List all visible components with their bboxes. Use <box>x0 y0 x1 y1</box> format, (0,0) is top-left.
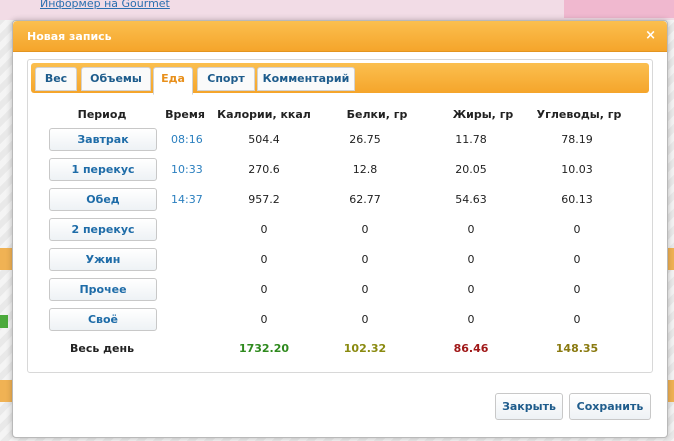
carbs-cell: 0 <box>573 223 581 236</box>
time-link[interactable]: 10:33 <box>171 163 203 176</box>
tab-comment[interactable]: Комментарий <box>257 67 355 91</box>
carbs-cell: 10.03 <box>561 163 593 176</box>
period-button-snack-1[interactable]: 1 перекус <box>49 158 157 181</box>
close-icon[interactable]: × <box>645 28 656 43</box>
fat-cell: 0 <box>467 313 475 326</box>
tab-sport[interactable]: Спорт <box>197 67 255 91</box>
time-link[interactable]: 14:37 <box>171 193 203 206</box>
calories-cell: 0 <box>260 253 268 266</box>
save-button[interactable]: Сохранить <box>569 393 651 420</box>
calories-cell: 270.6 <box>248 163 280 176</box>
period-button-other[interactable]: Прочее <box>49 278 157 301</box>
carbs-cell: 0 <box>573 283 581 296</box>
fat-cell: 0 <box>467 283 475 296</box>
tab-bar: Вес Объемы Еда Спорт Комментарий <box>31 63 649 95</box>
background-link[interactable]: Информер на Gourmet <box>40 0 170 10</box>
header-protein: Белки, гр <box>346 108 408 121</box>
calories-cell: 0 <box>260 223 268 236</box>
carbs-cell: 0 <box>573 253 581 266</box>
calories-cell: 957.2 <box>248 193 280 206</box>
fat-cell: 11.78 <box>455 133 487 146</box>
header-period: Период <box>77 108 127 121</box>
dialog-titlebar: Новая запись × <box>13 21 667 52</box>
protein-cell: 0 <box>361 223 369 236</box>
tab-measurements[interactable]: Объемы <box>81 67 151 91</box>
background-bar <box>0 380 12 402</box>
fat-cell: 54.63 <box>455 193 487 206</box>
protein-cell: 0 <box>361 253 369 266</box>
period-button-lunch[interactable]: Обед <box>49 188 157 211</box>
new-entry-dialog: Новая запись × Вес Объемы Еда Спорт Комм… <box>12 20 668 438</box>
calories-cell: 0 <box>260 313 268 326</box>
header-carbs: Углеводы, гр <box>536 108 622 121</box>
dialog-title: Новая запись <box>27 30 112 43</box>
header-calories: Калории, ккал <box>217 108 311 121</box>
fat-cell: 0 <box>467 253 475 266</box>
calories-cell: 504.4 <box>248 133 280 146</box>
period-button-custom[interactable]: Своё <box>49 308 157 331</box>
time-link[interactable]: 08:16 <box>171 133 203 146</box>
calories-cell: 0 <box>260 283 268 296</box>
close-button[interactable]: Закрыть <box>495 393 563 420</box>
tab-weight[interactable]: Вес <box>35 67 77 91</box>
protein-cell: 26.75 <box>349 133 381 146</box>
period-button-dinner[interactable]: Ужин <box>49 248 157 271</box>
total-carbs: 148.35 <box>555 342 599 355</box>
tab-food[interactable]: Еда <box>153 67 193 95</box>
background-accent <box>564 0 674 18</box>
total-label: Весь день <box>69 342 135 355</box>
background-badge <box>0 315 8 328</box>
total-calories: 1732.20 <box>238 342 290 355</box>
header-fat: Жиры, гр <box>452 108 514 121</box>
protein-cell: 12.8 <box>352 163 378 176</box>
carbs-cell: 78.19 <box>561 133 593 146</box>
fat-cell: 0 <box>467 223 475 236</box>
header-time: Время <box>165 108 205 121</box>
total-protein: 102.32 <box>343 342 387 355</box>
carbs-cell: 0 <box>573 313 581 326</box>
background-bar <box>0 248 12 270</box>
carbs-cell: 60.13 <box>561 193 593 206</box>
total-fat: 86.46 <box>453 342 489 355</box>
protein-cell: 0 <box>361 283 369 296</box>
protein-cell: 0 <box>361 313 369 326</box>
fat-cell: 20.05 <box>455 163 487 176</box>
period-button-snack-2[interactable]: 2 перекус <box>49 218 157 241</box>
period-button-breakfast[interactable]: Завтрак <box>49 128 157 151</box>
protein-cell: 62.77 <box>349 193 381 206</box>
